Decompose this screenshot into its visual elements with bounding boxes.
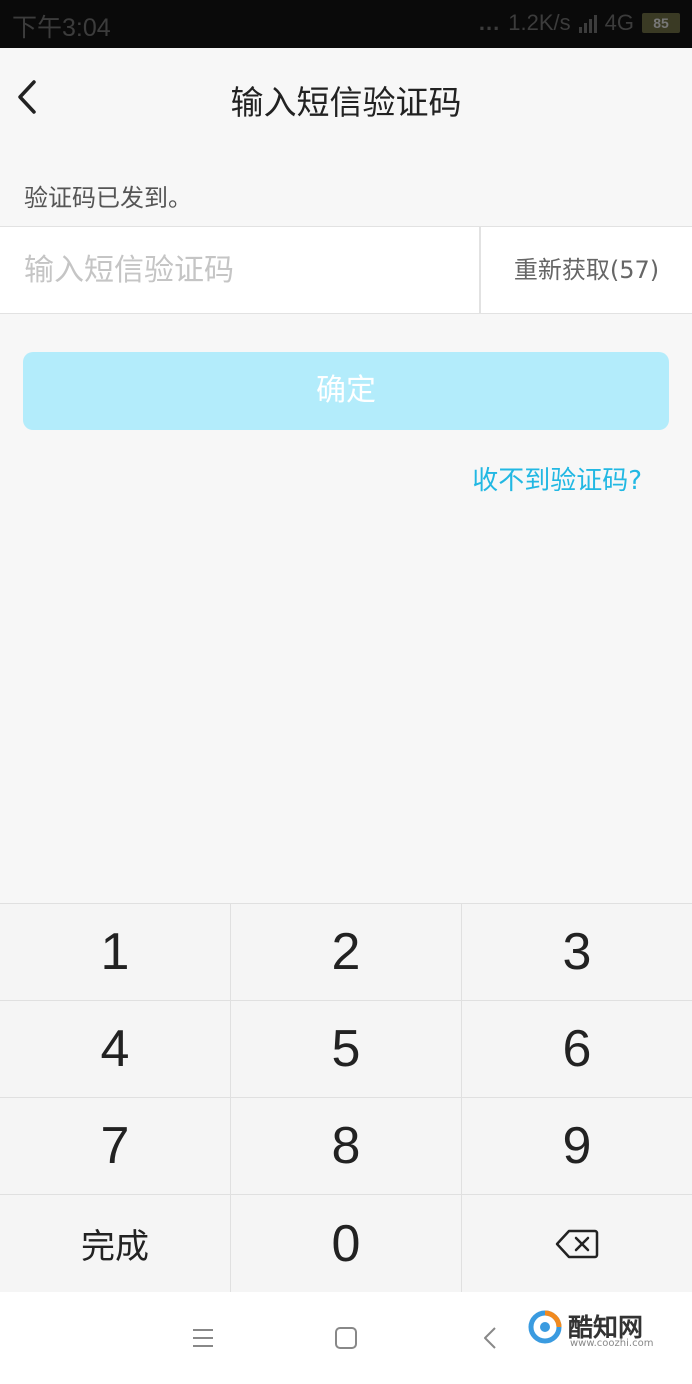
system-back-button[interactable]: [471, 1318, 511, 1358]
menu-icon: [193, 1329, 213, 1347]
watermark: 酷知网 www.coozhi.com: [528, 1308, 678, 1352]
more-dots-icon: ...: [478, 10, 501, 35]
network-speed: 1.2K/s: [508, 10, 571, 35]
status-indicators: ... 1.2K/s 4G 85: [479, 10, 680, 36]
signal-icon: [578, 13, 597, 33]
watermark-url: www.coozhi.com: [570, 1338, 654, 1349]
code-input-row: 重新获取(57): [0, 226, 692, 314]
network-type: 4G: [604, 10, 634, 35]
key-3[interactable]: 3: [462, 904, 692, 1001]
done-key[interactable]: 完成: [0, 1195, 231, 1292]
coozhi-logo-icon: [528, 1310, 562, 1344]
code-sent-notice: 验证码已发到。: [24, 184, 192, 212]
key-2[interactable]: 2: [231, 904, 462, 1001]
key-4[interactable]: 4: [0, 1001, 231, 1098]
backspace-icon: [555, 1229, 599, 1258]
back-icon: [484, 1327, 496, 1349]
page-title: 输入短信验证码: [230, 83, 462, 122]
key-8[interactable]: 8: [231, 1098, 462, 1195]
key-7[interactable]: 7: [0, 1098, 231, 1195]
backspace-key[interactable]: [462, 1195, 692, 1292]
menu-button[interactable]: [183, 1318, 223, 1358]
numeric-keypad: 1 2 3 4 5 6 7 8 9 完成 0: [0, 903, 692, 1292]
confirm-button[interactable]: 确定: [23, 352, 669, 430]
key-9[interactable]: 9: [462, 1098, 692, 1195]
home-icon: [335, 1327, 357, 1349]
home-button[interactable]: [326, 1318, 366, 1358]
status-bar: 下午3:04 ... 1.2K/s 4G 85: [0, 0, 692, 48]
resend-code-button[interactable]: 重新获取(57): [481, 227, 692, 313]
key-5[interactable]: 5: [231, 1001, 462, 1098]
key-6[interactable]: 6: [462, 1001, 692, 1098]
status-time: 下午3:04: [12, 14, 111, 42]
battery-icon: 85: [642, 13, 680, 33]
no-code-help-link[interactable]: 收不到验证码?: [472, 460, 642, 497]
key-0[interactable]: 0: [231, 1195, 462, 1292]
sms-code-input[interactable]: [0, 227, 478, 313]
nav-bar: 输入短信验证码: [0, 48, 692, 146]
key-1[interactable]: 1: [0, 904, 231, 1001]
